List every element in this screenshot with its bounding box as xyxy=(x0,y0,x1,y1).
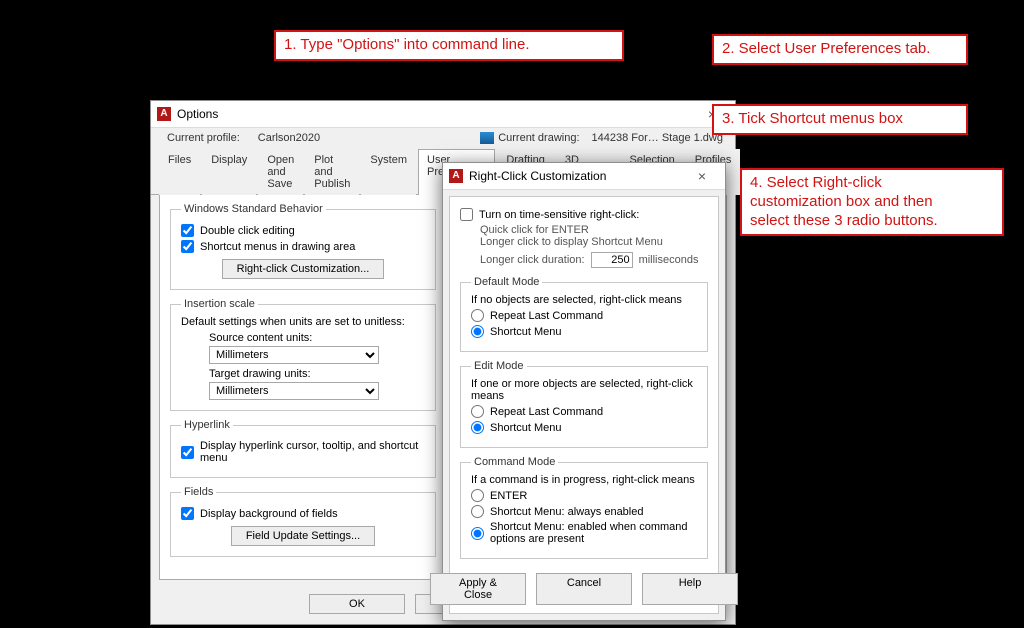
tab-open-and-save[interactable]: Open and Save xyxy=(258,149,303,195)
tab-files[interactable]: Files xyxy=(159,149,200,195)
double-click-editing-checkbox[interactable]: Double click editing xyxy=(181,224,425,237)
autocad-app-icon: A xyxy=(157,107,171,121)
drawing-label: Current drawing: xyxy=(498,132,579,144)
tab-plot-and-publish[interactable]: Plot and Publish xyxy=(305,149,359,195)
group-hyperlink: Hyperlink Display hyperlink cursor, tool… xyxy=(170,419,436,478)
group-fields: Fields Display background of fields Fiel… xyxy=(170,486,436,557)
shortcut-menus-checkbox[interactable]: Shortcut menus in drawing area xyxy=(181,240,425,253)
options-title: Options xyxy=(177,107,695,121)
options-titlebar: A Options × xyxy=(151,101,735,128)
right-click-customization-button[interactable]: Right-click Customization... xyxy=(222,259,385,279)
apply-and-close-button[interactable]: Apply & Close xyxy=(430,573,526,605)
right-click-customization-dialog: A Right-Click Customization × Turn on ti… xyxy=(442,162,726,621)
group-insertion-scale: Insertion scale Default settings when un… xyxy=(170,298,436,411)
annotation-3: 3. Tick Shortcut menus box xyxy=(712,104,968,135)
group-default-mode: Default Mode If no objects are selected,… xyxy=(460,276,708,352)
cmd-enter-radio[interactable]: ENTER xyxy=(471,489,697,502)
default-repeat-radio[interactable]: Repeat Last Command xyxy=(471,309,697,322)
time-sensitive-checkbox[interactable]: Turn on time-sensitive right-click: xyxy=(460,208,708,221)
cmd-present-radio[interactable]: Shortcut Menu: enabled when command opti… xyxy=(471,521,697,545)
profile-row: Current profile: Carlson2020 Current dra… xyxy=(151,128,735,148)
rcc-title: Right-Click Customization xyxy=(469,169,685,183)
edit-repeat-radio[interactable]: Repeat Last Command xyxy=(471,405,697,418)
group-windows-standard-behavior: Windows Standard Behavior Double click e… xyxy=(170,203,436,290)
display-background-of-fields-checkbox[interactable]: Display background of fields xyxy=(181,507,425,520)
rcc-cancel-button[interactable]: Cancel xyxy=(536,573,632,605)
annotation-4: 4. Select Right-click customization box … xyxy=(740,168,1004,236)
drawing-icon xyxy=(480,132,494,144)
rcc-titlebar: A Right-Click Customization × xyxy=(443,163,725,190)
close-icon[interactable]: × xyxy=(685,168,719,184)
longer-click-duration-input[interactable] xyxy=(591,252,633,268)
profile-label: Current profile: xyxy=(167,132,240,144)
default-shortcut-radio[interactable]: Shortcut Menu xyxy=(471,325,697,338)
profile-value: Carlson2020 xyxy=(258,132,320,144)
ok-button[interactable]: OK xyxy=(309,594,405,614)
autocad-app-icon: A xyxy=(449,169,463,183)
tab-system[interactable]: System xyxy=(361,149,416,195)
target-drawing-units-select[interactable]: Millimeters xyxy=(209,382,379,400)
group-edit-mode: Edit Mode If one or more objects are sel… xyxy=(460,360,708,448)
tab-display[interactable]: Display xyxy=(202,149,256,195)
cmd-always-radio[interactable]: Shortcut Menu: always enabled xyxy=(471,505,697,518)
rcc-help-button[interactable]: Help xyxy=(642,573,738,605)
hyperlink-cursor-checkbox[interactable]: Display hyperlink cursor, tooltip, and s… xyxy=(181,440,425,464)
drawing-value: 144238 For… Stage 1.dwg xyxy=(592,132,723,144)
group-command-mode: Command Mode If a command is in progress… xyxy=(460,456,708,559)
annotation-1: 1. Type "Options" into command line. xyxy=(274,30,624,61)
edit-shortcut-radio[interactable]: Shortcut Menu xyxy=(471,421,697,434)
source-content-units-select[interactable]: Millimeters xyxy=(209,346,379,364)
field-update-settings-button[interactable]: Field Update Settings... xyxy=(231,526,375,546)
annotation-2: 2. Select User Preferences tab. xyxy=(712,34,968,65)
